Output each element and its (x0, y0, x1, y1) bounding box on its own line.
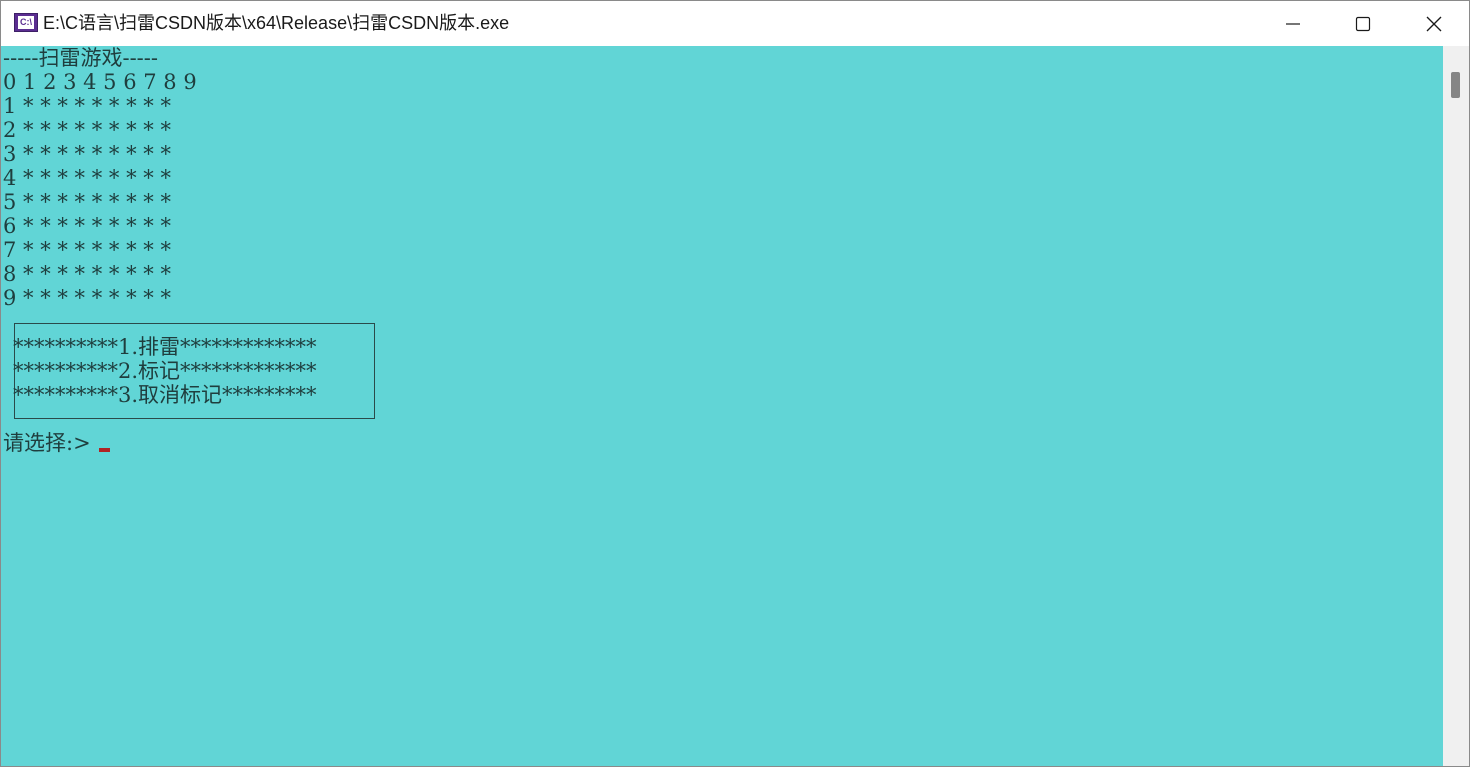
board-row: 5 * * * * * * * * * (3, 190, 171, 214)
vertical-scrollbar[interactable] (1443, 46, 1469, 766)
board-row: 8 * * * * * * * * * (3, 262, 171, 286)
icon-label: C:\ (18, 16, 34, 29)
title-bar[interactable]: C:\ E:\C语言\扫雷CSDN版本\x64\Release\扫雷CSDN版本… (1, 1, 1469, 46)
board-row: 1 * * * * * * * * * (3, 94, 171, 118)
console-app-icon[interactable]: C:\ (14, 13, 38, 32)
board-row: 3 * * * * * * * * * (3, 142, 171, 166)
console-output[interactable]: -----扫雷游戏----- 0 1 2 3 4 5 6 7 8 9 1 * *… (1, 46, 1443, 766)
board-row: 6 * * * * * * * * * (3, 214, 171, 238)
maximize-icon (1355, 16, 1371, 32)
scrollbar-thumb[interactable] (1451, 72, 1460, 98)
input-prompt: 请选择:> (3, 431, 91, 455)
minimize-button[interactable] (1258, 1, 1328, 46)
maximize-button[interactable] (1328, 1, 1398, 46)
window-title: E:\C语言\扫雷CSDN版本\x64\Release\扫雷CSDN版本.exe (43, 13, 510, 33)
close-button[interactable] (1399, 1, 1469, 46)
menu-item-unmark: **********3.取消标记********* (13, 383, 317, 407)
board-row: 7 * * * * * * * * * (3, 238, 171, 262)
text-cursor[interactable] (99, 448, 110, 452)
menu-item-sweep: **********1.排雷************* (13, 335, 317, 359)
game-header: -----扫雷游戏----- (3, 46, 158, 70)
board-row: 4 * * * * * * * * * (3, 166, 171, 190)
minimize-icon (1286, 23, 1300, 25)
board-row: 2 * * * * * * * * * (3, 118, 171, 142)
console-window: C:\ E:\C语言\扫雷CSDN版本\x64\Release\扫雷CSDN版本… (0, 0, 1470, 767)
close-icon (1426, 16, 1442, 32)
menu-item-mark: **********2.标记************* (13, 359, 317, 383)
board-row: 9 * * * * * * * * * (3, 286, 171, 310)
board-column-indices: 0 1 2 3 4 5 6 7 8 9 (3, 70, 197, 94)
